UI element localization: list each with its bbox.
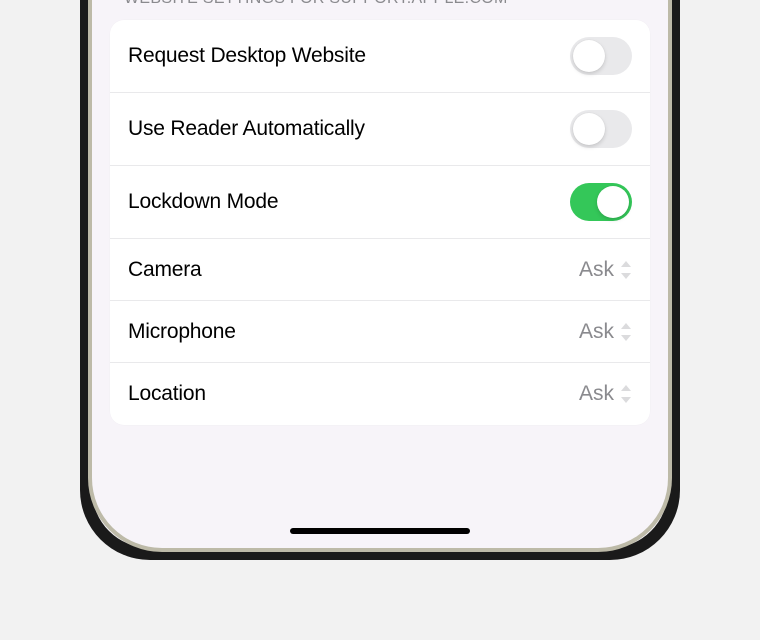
row-request-desktop-website: Request Desktop Website [110, 20, 650, 93]
phone-screen: WEBSITE SETTINGS FOR SUPPORT.APPLE.COM R… [92, 0, 668, 548]
toggle-lockdown-mode[interactable] [570, 183, 632, 221]
select-camera[interactable]: Ask [579, 258, 632, 282]
toggle-knob [573, 40, 605, 72]
select-location[interactable]: Ask [579, 382, 632, 406]
row-lockdown-mode: Lockdown Mode [110, 166, 650, 239]
toggle-use-reader-automatically[interactable] [570, 110, 632, 148]
toggle-knob [573, 113, 605, 145]
section-header: WEBSITE SETTINGS FOR SUPPORT.APPLE.COM [124, 0, 636, 8]
row-label: Microphone [128, 320, 236, 344]
home-indicator [290, 528, 470, 534]
row-label: Use Reader Automatically [128, 117, 365, 141]
select-microphone[interactable]: Ask [579, 320, 632, 344]
select-value: Ask [579, 320, 614, 344]
row-label: Location [128, 382, 206, 406]
chevron-up-down-icon [620, 322, 632, 342]
row-location[interactable]: Location Ask [110, 363, 650, 425]
row-label: Camera [128, 258, 202, 282]
outer-container: WEBSITE SETTINGS FOR SUPPORT.APPLE.COM R… [0, 0, 760, 640]
toggle-knob [597, 186, 629, 218]
select-value: Ask [579, 258, 614, 282]
settings-list: Request Desktop Website Use Reader Autom… [110, 20, 650, 425]
toggle-request-desktop-website[interactable] [570, 37, 632, 75]
select-value: Ask [579, 382, 614, 406]
row-label: Request Desktop Website [128, 44, 366, 68]
row-camera[interactable]: Camera Ask [110, 239, 650, 301]
row-microphone[interactable]: Microphone Ask [110, 301, 650, 363]
phone-frame: WEBSITE SETTINGS FOR SUPPORT.APPLE.COM R… [80, 0, 680, 560]
chevron-up-down-icon [620, 384, 632, 404]
row-use-reader-automatically: Use Reader Automatically [110, 93, 650, 166]
chevron-up-down-icon [620, 260, 632, 280]
row-label: Lockdown Mode [128, 190, 278, 214]
